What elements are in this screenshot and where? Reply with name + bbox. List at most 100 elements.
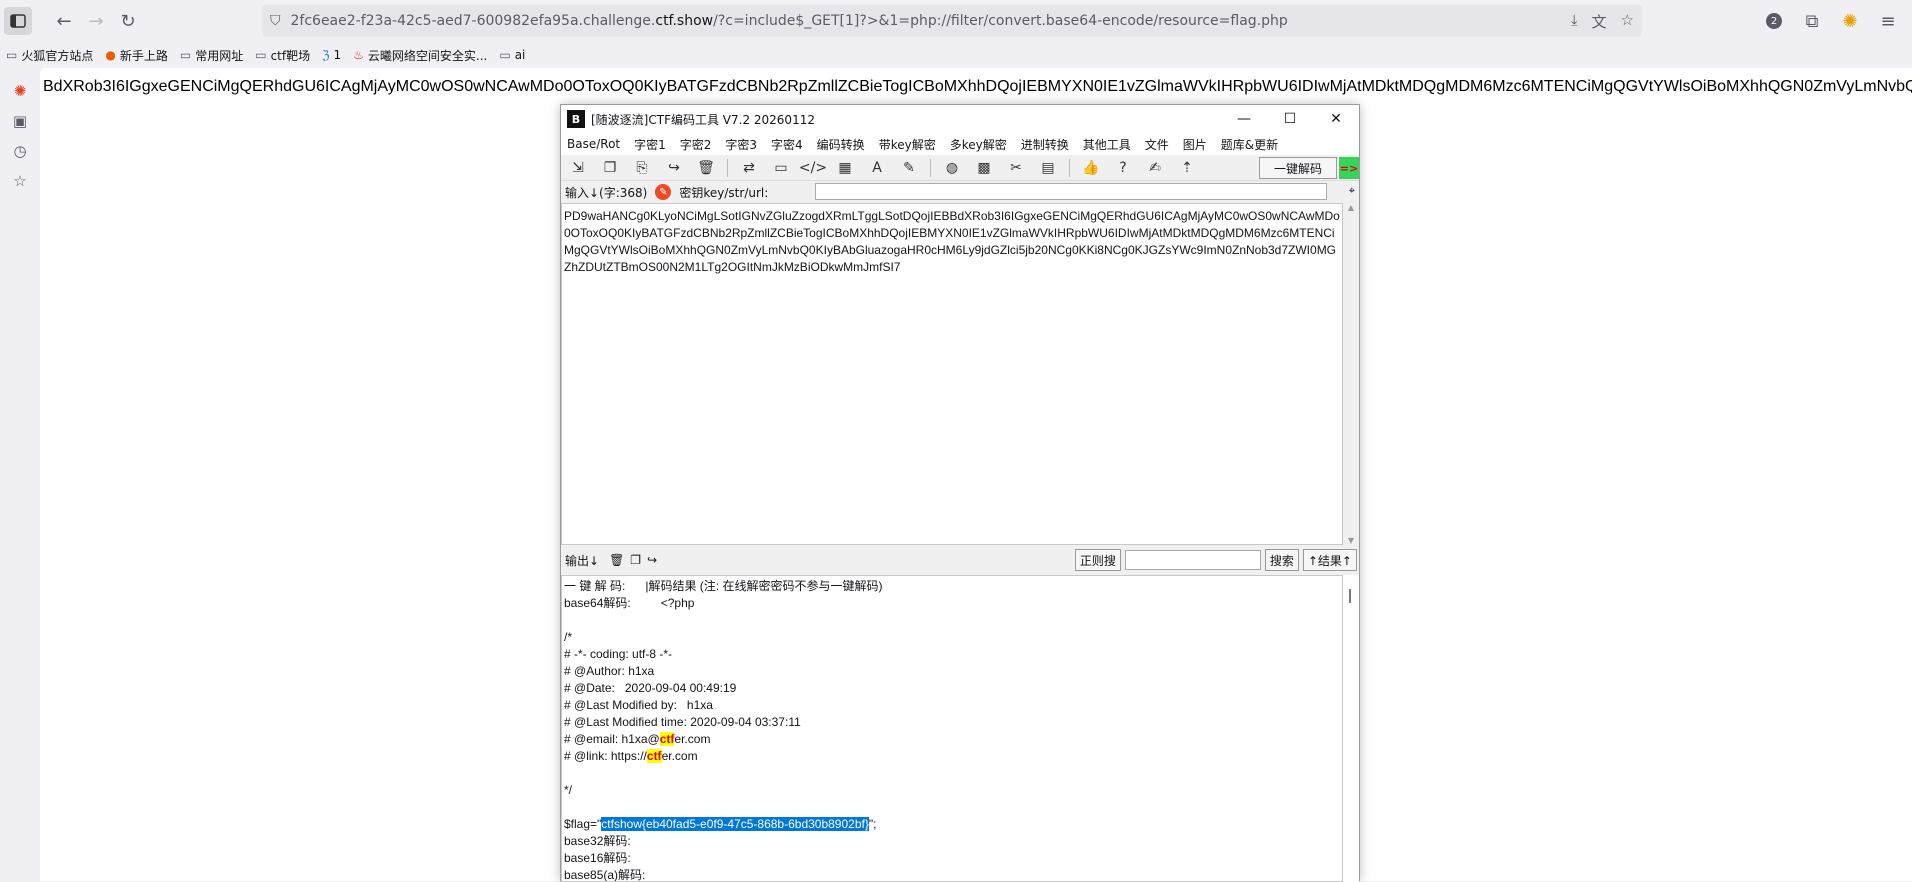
scroll-up-icon[interactable]: ▲ (1343, 203, 1359, 212)
bookmark-item[interactable]: ♨ 云曦网络空间安全实... (353, 47, 487, 64)
font-icon[interactable]: A (866, 157, 888, 179)
search-input[interactable] (1124, 550, 1261, 570)
forward-icon[interactable]: → (80, 5, 112, 37)
arrow-icon[interactable]: => (1339, 157, 1359, 179)
copy-output-icon[interactable]: ❐ (630, 553, 641, 567)
out-line: # @Author: h1xa (564, 664, 655, 678)
menu-item[interactable]: 进制转换 (1021, 136, 1069, 153)
globe-icon[interactable]: ◍ (941, 157, 963, 179)
scroll-thumb[interactable] (1349, 589, 1351, 603)
qrcode-icon[interactable]: ▩ (973, 157, 995, 179)
maximize-icon[interactable]: ☐ (1267, 105, 1313, 133)
search-button[interactable]: 搜索 (1264, 549, 1299, 571)
history-icon[interactable]: ◷ (13, 142, 26, 160)
bookmark-label: 常用网址 (195, 48, 244, 63)
input-textarea[interactable]: PD9waHANCg0KLyoNCiMgLSotIGNvZGluZzogdXRm… (561, 203, 1343, 545)
code-icon[interactable]: </> (799, 157, 827, 179)
download-icon[interactable]: ⤓ (1571, 11, 1578, 32)
highlight-match: ctf (659, 732, 675, 746)
bookmark-item[interactable]: ℨ1 (322, 48, 341, 62)
translate-icon[interactable]: 文 (1592, 11, 1607, 32)
upload-icon[interactable]: ⇡ (1176, 157, 1198, 179)
url-bar[interactable]: ⛉ 2fc6eae2-f23a-42c5-aed7-600982efa95a.c… (262, 5, 1642, 37)
menu-item[interactable]: 字密3 (725, 136, 757, 153)
clear-icon[interactable]: 🗑 (609, 553, 624, 567)
selected-flag[interactable]: ctfshow{eb40fad5-e0f9-47c5-868b-6bd30b89… (601, 817, 869, 831)
key-input[interactable] (815, 183, 1327, 200)
out-line: er.com (661, 749, 698, 763)
fire-icon: ♨ (353, 48, 364, 62)
url-host: ctf.show (655, 13, 714, 29)
back-icon[interactable]: ← (48, 5, 80, 37)
out-line: base64解码: (564, 596, 631, 610)
input-label: 输入↓(字:368) (565, 185, 648, 200)
bookmark-item[interactable]: ▭ 常用网址 (180, 47, 243, 64)
output-scrollbar[interactable] (1343, 575, 1359, 882)
result-button[interactable]: ↑结果↑ (1302, 549, 1357, 571)
bookmark-label: 火狐官方站点 (21, 48, 94, 63)
menu-item[interactable]: Base/Rot (567, 137, 620, 151)
page-output-text: BdXRob3I6IGgxeGENCiMgQERhdGU6ICAgMjAyMC0… (43, 78, 1912, 95)
import-icon[interactable]: ⇲ (567, 157, 589, 179)
menu-item[interactable]: 题库&更新 (1221, 136, 1278, 153)
out-line: base16解码: (564, 851, 631, 865)
table-icon[interactable]: ▦ (834, 157, 856, 179)
out-line: # @email: h1xa@ (564, 732, 660, 746)
help-icon[interactable]: ? (1112, 157, 1134, 179)
paste-icon[interactable]: ⎘ (631, 157, 653, 179)
menu-item[interactable]: 多key解密 (950, 136, 1007, 153)
reload-icon[interactable]: ↻ (112, 5, 144, 37)
out-line: |解码结果 (注: 在线解密密码不参与一键解码) (645, 579, 883, 593)
out-line: <?php (660, 596, 695, 610)
edit-sign-icon[interactable]: ✎ (898, 157, 920, 179)
clipboard-icon[interactable]: ▤ (1037, 157, 1059, 179)
bookmark-item[interactable]: ▭ 火狐官方站点 (6, 47, 93, 64)
browser-toolbar: ← → ↻ ⛉ 2fc6eae2-f23a-42c5-aed7-600982ef… (0, 0, 1912, 42)
bookmarks-icon[interactable]: ☆ (13, 172, 26, 190)
output-textarea[interactable]: 一 键 解 码: |解码结果 (注: 在线解密密码不参与一键解码) base64… (561, 575, 1343, 882)
menu-icon[interactable]: ≡ (1872, 5, 1904, 37)
scroll-down-icon[interactable]: ▼ (1343, 536, 1359, 545)
fox-icon[interactable]: ✺ (1834, 5, 1866, 37)
share-icon[interactable]: ↪ (663, 157, 685, 179)
sidebar-toggle-icon[interactable] (4, 7, 32, 35)
key-label: 密钥key/str/url: (679, 185, 769, 200)
like-icon[interactable]: 👍 (1080, 157, 1102, 179)
bookmark-item[interactable]: ▭ ctf靶场 (255, 47, 310, 64)
menu-item[interactable]: 字密4 (771, 136, 803, 153)
menu-item[interactable]: 字密1 (634, 136, 666, 153)
extensions-icon[interactable]: ⧉ (1796, 5, 1828, 37)
bookmark-item[interactable]: ● 新手上路 (105, 47, 168, 64)
input-bar: 输入↓(字:368) ✎ 密钥key/str/url: ⌖ (561, 181, 1359, 203)
swap-icon[interactable]: ⇄ (738, 157, 760, 179)
copy-icon[interactable]: ❐ (599, 157, 621, 179)
app-title: [随波逐流]CTF编码工具 V7.2 20260112 (591, 112, 815, 127)
menu-item[interactable]: 文件 (1145, 136, 1169, 153)
close-icon[interactable]: ✕ (1313, 105, 1359, 133)
terminal-icon[interactable]: ▭ (770, 157, 792, 179)
onekey-decode-button[interactable]: 一键解码 (1259, 157, 1337, 179)
pocket-icon[interactable]: ▣ (13, 112, 27, 130)
minimize-icon[interactable]: — (1221, 105, 1267, 133)
out-line: base85(a)解码: (564, 868, 646, 882)
bookmark-label: ctf靶场 (270, 48, 311, 63)
ai-icon[interactable]: ✺ (14, 82, 27, 100)
extension-badge[interactable]: 2 (1758, 5, 1790, 37)
note-icon[interactable]: ✍ (1144, 157, 1166, 179)
site-info-icon[interactable]: ⛉ (270, 13, 281, 29)
tools-icon[interactable]: ✂ (1005, 157, 1027, 179)
menu-item[interactable]: 图片 (1183, 136, 1207, 153)
menu-item[interactable]: 其他工具 (1083, 136, 1131, 153)
menu-item[interactable]: 字密2 (680, 136, 712, 153)
ctf-tool-window: B [随波逐流]CTF编码工具 V7.2 20260112 — ☐ ✕ Base… (560, 104, 1360, 882)
regex-search-button[interactable]: 正则搜 (1074, 549, 1121, 571)
menu-item[interactable]: 编码转换 (817, 136, 865, 153)
input-scrollbar[interactable]: ▲ ▼ (1343, 203, 1359, 545)
out-line: # @Date: 2020-09-04 00:49:19 (564, 681, 737, 695)
trash-icon[interactable]: 🗑 (695, 157, 717, 179)
menu-item[interactable]: 带key解密 (879, 136, 936, 153)
separator (1069, 158, 1070, 177)
bookmark-item[interactable]: ▭ ai (499, 48, 525, 62)
share-output-icon[interactable]: ↪ (647, 553, 657, 567)
bookmark-star-icon[interactable]: ☆ (1621, 11, 1634, 32)
